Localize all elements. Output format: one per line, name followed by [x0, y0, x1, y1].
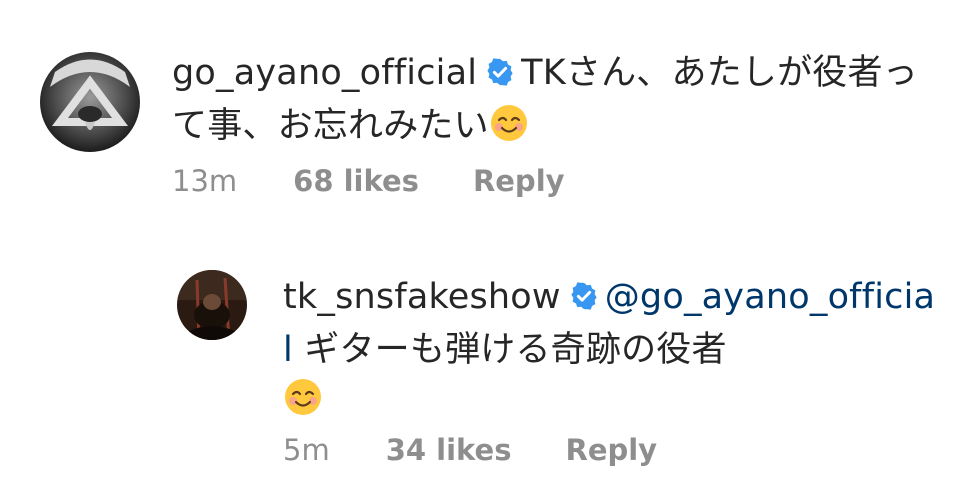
likes-count-button[interactable]: 34 likes — [386, 432, 512, 468]
comment-timestamp: 13m — [172, 164, 238, 198]
reply-button[interactable]: Reply — [565, 432, 657, 468]
comment-username[interactable]: go_ayano_official — [172, 53, 477, 93]
avatar-tk-snsfakeshow[interactable] — [177, 270, 247, 340]
likes-count-button[interactable]: 68 likes — [293, 163, 419, 199]
verified-badge-icon — [485, 51, 515, 101]
reply-text: ギターも弾ける奇跡の役者 — [292, 330, 727, 370]
avatar-photo-icon — [177, 270, 247, 340]
avatar-photo-icon — [40, 52, 140, 152]
reply-username[interactable]: tk_snsfakeshow — [283, 277, 561, 317]
reply-meta: 5m 34 likes Reply — [283, 432, 657, 468]
smiling-face-emoji-icon — [489, 103, 529, 157]
comment-meta: 13m 68 likes Reply — [172, 163, 565, 199]
comment-body: go_ayano_official TKさん、あたしが役者って事、お忘れみたい — [172, 48, 932, 157]
verified-badge-icon — [569, 275, 599, 325]
smiling-face-emoji-icon — [283, 377, 323, 431]
reply-timestamp: 5m — [283, 433, 330, 467]
avatar-go-ayano[interactable] — [40, 52, 140, 152]
reply-button[interactable]: Reply — [473, 163, 565, 199]
reply-body: tk_snsfakeshow @go_ayano_official ギターも弾ける… — [283, 272, 943, 431]
